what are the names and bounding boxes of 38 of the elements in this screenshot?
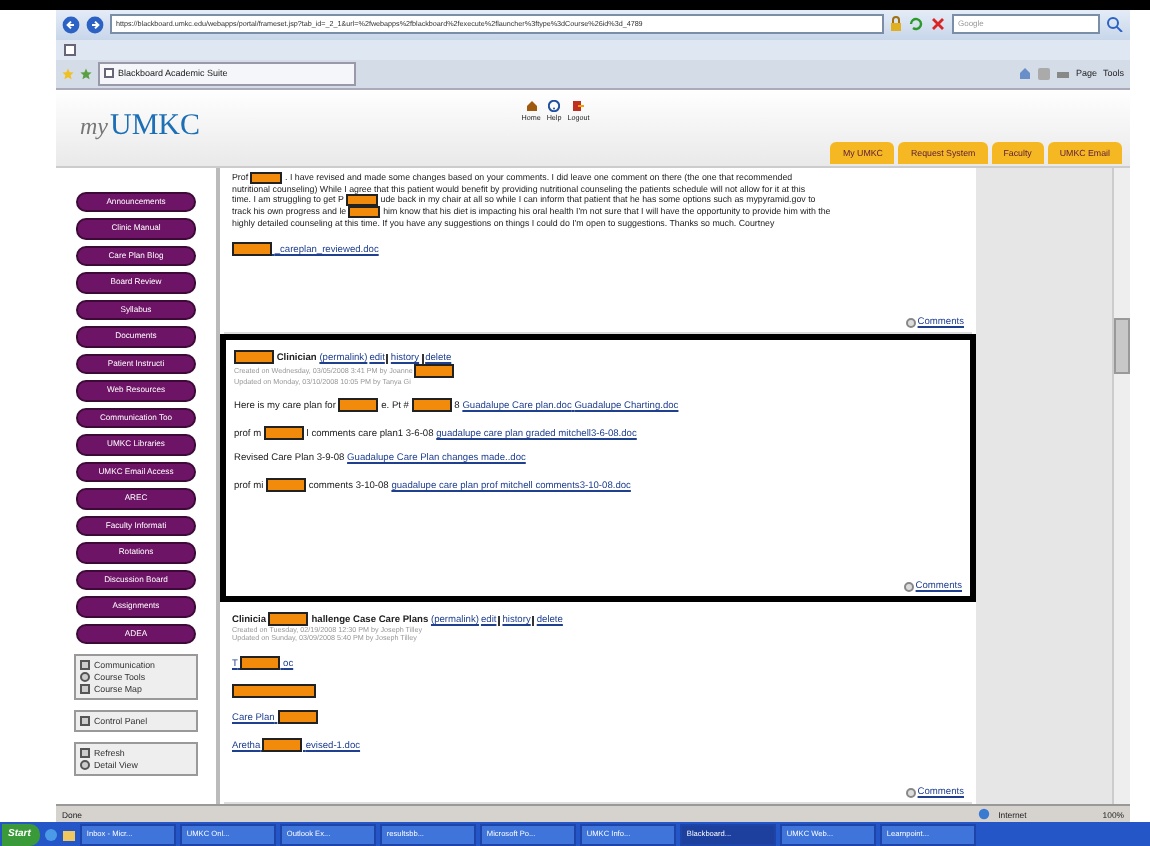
tool-icon [80, 716, 90, 727]
redaction-mark [240, 655, 281, 670]
redaction-mark [338, 398, 379, 413]
comment-icon [905, 317, 916, 328]
favorites-star-icon[interactable] [62, 67, 74, 80]
globe-icon [978, 808, 991, 821]
redaction-mark [414, 363, 455, 378]
redaction-mark [277, 710, 318, 725]
comment-icon [905, 788, 916, 799]
refresh-icon[interactable] [908, 16, 924, 33]
stop-icon[interactable] [930, 16, 946, 33]
lock-icon [890, 16, 902, 33]
scrollbar[interactable] [1112, 167, 1130, 805]
umkc-logo: myUMKC [78, 108, 203, 147]
browser-icon[interactable] [44, 827, 59, 842]
redaction-mark [262, 738, 303, 753]
redaction-mark [232, 242, 272, 256]
redaction-mark [250, 171, 283, 184]
page-icon [104, 68, 114, 79]
home-icon[interactable] [1017, 66, 1032, 81]
comment-icon [903, 581, 914, 592]
add-favorite-icon[interactable] [80, 67, 92, 80]
redaction-mark [411, 398, 452, 413]
back-icon[interactable] [62, 15, 80, 34]
forward-icon[interactable] [86, 15, 104, 34]
redaction-mark [268, 611, 309, 626]
page-icon [64, 43, 76, 56]
folder-icon[interactable] [62, 827, 77, 842]
home-icon [525, 99, 538, 112]
redaction-mark [266, 477, 307, 492]
redaction-bar [232, 683, 316, 698]
search-icon[interactable] [1106, 16, 1124, 33]
feed-icon[interactable] [1037, 67, 1050, 80]
logout-icon [572, 99, 585, 112]
redaction-mark [234, 349, 274, 364]
print-icon[interactable] [1055, 67, 1070, 80]
redaction-mark [263, 426, 304, 441]
help-icon [548, 99, 561, 112]
